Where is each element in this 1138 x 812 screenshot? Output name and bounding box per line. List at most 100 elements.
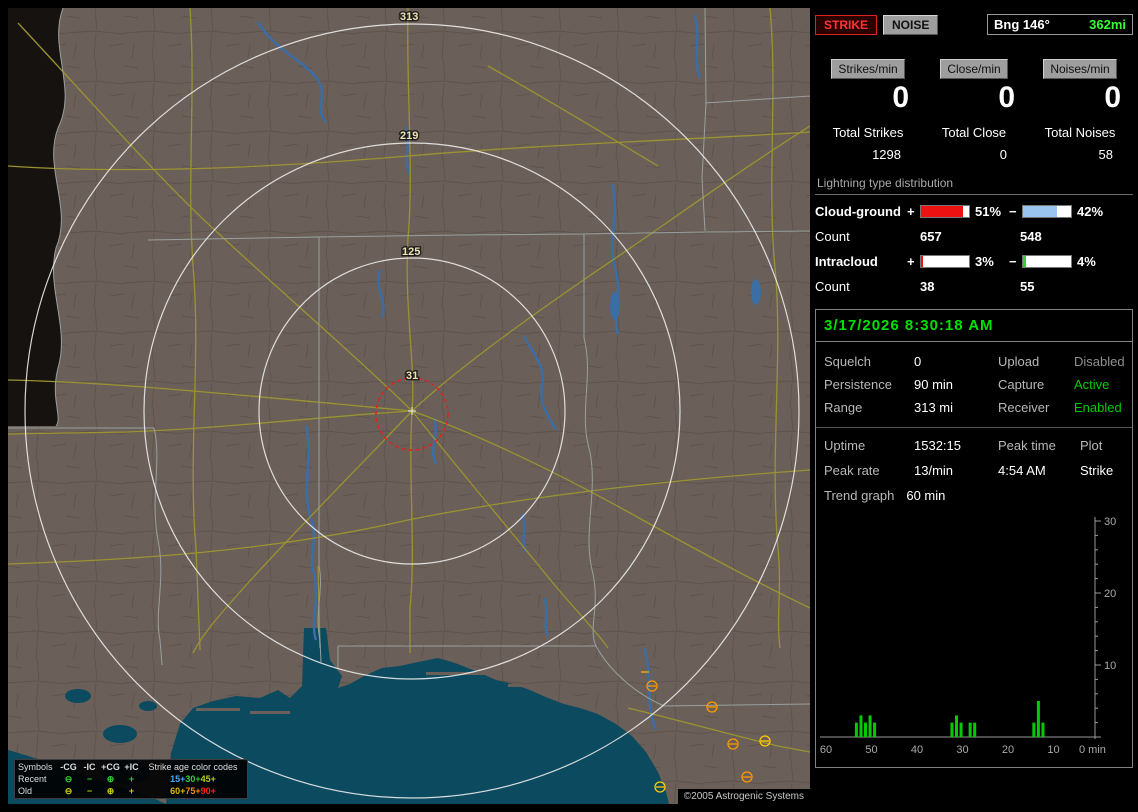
age-code: 15+ [170, 774, 186, 784]
legend-col-pos-cg: +CG [101, 762, 120, 772]
intracloud-label: Intracloud [815, 254, 878, 269]
radar-map[interactable]: 313 219 125 31 Symbols -CG -IC +CG +IC S… [8, 8, 810, 804]
age-code: 60+ [170, 786, 186, 796]
persistence-label: Persistence [824, 377, 892, 392]
svg-text:50: 50 [865, 744, 877, 756]
old-neg-cg-icon: ⊖ [64, 786, 73, 796]
upload-value: Disabled [1074, 354, 1125, 369]
trend-range-value: 60 min [906, 488, 946, 503]
range-value: 313 mi [914, 400, 954, 415]
noise-mode-button[interactable]: NOISE [883, 14, 939, 35]
map-canvas[interactable]: 313 219 125 31 [8, 8, 810, 804]
cg-minus-count: 548 [1020, 229, 1042, 244]
svg-text:30: 30 [956, 744, 968, 756]
ring-label-31: 31 [406, 370, 418, 382]
uptime-value: 1532:15 [914, 438, 961, 453]
trend-label: Trend graph [824, 488, 895, 503]
intracloud-count-row: Count 38 55 [815, 274, 1133, 299]
datetime-display: 3/17/2026 8:30:18 AM [816, 310, 1132, 342]
intracloud-row: Intracloud + 3% − 4% [815, 249, 1133, 274]
map-edge-nodata [8, 8, 66, 426]
plot-value: Strike [1080, 463, 1114, 478]
minus-sign: − [1009, 254, 1017, 269]
bearing-distance: 362mi [1089, 17, 1126, 32]
cg-plus-meter [920, 205, 970, 218]
mode-controls: STRIKE NOISE Bng 146° 362mi [815, 14, 1133, 35]
trend-graph-header: Trend graph 60 min [816, 480, 1132, 505]
totals-row: Total Strikes 1298 Total Close 0 Total N… [815, 125, 1133, 162]
range-label: Range [824, 400, 863, 415]
noises-per-min-button[interactable]: Noises/min [1043, 59, 1117, 79]
uptime-label: Uptime [824, 438, 866, 453]
svg-text:10: 10 [1047, 744, 1059, 756]
age-codes-old: 60+75+90+ [142, 785, 244, 797]
peak-rate-value: 13/min [914, 463, 954, 478]
ic-count-label: Count [815, 279, 850, 294]
legend-col-pos-ic: +IC [124, 762, 139, 772]
divider [815, 194, 1133, 195]
minus-sign: − [1009, 204, 1017, 219]
ring-label-125: 125 [402, 246, 420, 258]
svg-text:20: 20 [1002, 744, 1014, 756]
status-box: 3/17/2026 8:30:18 AM Squelch 0 Upload Di… [815, 309, 1133, 768]
ic-plus-count: 38 [920, 279, 935, 294]
legend-row-recent: Recent [18, 774, 47, 784]
svg-text:30: 30 [1104, 516, 1116, 528]
legend-age-header: Strike age color codes [148, 762, 238, 772]
peak-time-value: 4:54 AM [998, 463, 1046, 478]
cloud-ground-label: Cloud-ground [815, 204, 901, 219]
legend-row-old: Old [18, 786, 33, 796]
old-pos-ic-icon: + [128, 786, 135, 796]
total-noises-label: Total Noises [1044, 125, 1116, 140]
svg-text:10: 10 [1104, 660, 1116, 672]
session-grid: Uptime 1532:15 Peak time Plot Peak rate … [816, 428, 1132, 480]
total-strikes-value: 1298 [872, 147, 901, 162]
close-per-min-value: 0 [998, 81, 1015, 114]
persistence-value: 90 min [914, 377, 954, 392]
peak-rate-label: Peak rate [824, 463, 880, 478]
svg-text:60: 60 [820, 744, 832, 756]
upload-label: Upload [998, 354, 1040, 369]
svg-text:0 min: 0 min [1079, 744, 1106, 756]
cg-minus-meter [1022, 205, 1072, 218]
cg-count-label: Count [815, 229, 850, 244]
legend-col-neg-cg: -CG [60, 762, 77, 772]
strikes-per-min-value: 0 [892, 81, 909, 114]
receiver-label: Receiver [998, 400, 1050, 415]
squelch-value: 0 [914, 354, 922, 369]
plus-sign: + [907, 254, 915, 269]
age-code: 45+ [200, 774, 216, 784]
ic-minus-percent: 4% [1077, 254, 1096, 269]
ic-plus-meter [920, 255, 970, 268]
rate-counters: Strikes/min 0 Close/min 0 Noises/min 0 [815, 59, 1133, 115]
ic-minus-meter [1022, 255, 1072, 268]
strikes-per-min-button[interactable]: Strikes/min [831, 59, 905, 79]
status-panel: STRIKE NOISE Bng 146° 362mi Strikes/min … [815, 8, 1133, 768]
old-pos-cg-icon: ⊕ [106, 786, 115, 796]
recent-neg-cg-icon: ⊖ [64, 774, 73, 784]
cg-plus-percent: 51% [975, 204, 1002, 219]
age-code: 90+ [200, 786, 216, 796]
copyright-notice: ©2005 Astrogenic Systems [677, 789, 810, 804]
close-per-min-button[interactable]: Close/min [940, 59, 1008, 79]
recent-neg-ic-icon: − [86, 774, 93, 784]
plot-label: Plot [1080, 438, 1103, 453]
capture-label: Capture [998, 377, 1045, 392]
legend-symbols-header: Symbols [18, 762, 53, 772]
ic-plus-percent: 3% [975, 254, 994, 269]
squelch-label: Squelch [824, 354, 871, 369]
total-close-label: Total Close [941, 125, 1007, 140]
cloud-ground-row: Cloud-ground + 51% − 42% [815, 199, 1133, 224]
svg-text:40: 40 [911, 744, 923, 756]
ring-label-313: 313 [400, 11, 418, 23]
receiver-value: Enabled [1074, 400, 1122, 415]
cg-minus-percent: 42% [1077, 204, 1104, 219]
capture-value: Active [1074, 377, 1110, 392]
recent-pos-cg-icon: ⊕ [106, 774, 115, 784]
age-code: 75+ [185, 786, 201, 796]
strike-mode-button[interactable]: STRIKE [815, 14, 878, 35]
old-neg-ic-icon: − [86, 786, 93, 796]
bearing-label: Bng 146° [994, 17, 1050, 32]
cloud-ground-count-row: Count 657 548 [815, 224, 1133, 249]
age-code: 30+ [185, 774, 201, 784]
